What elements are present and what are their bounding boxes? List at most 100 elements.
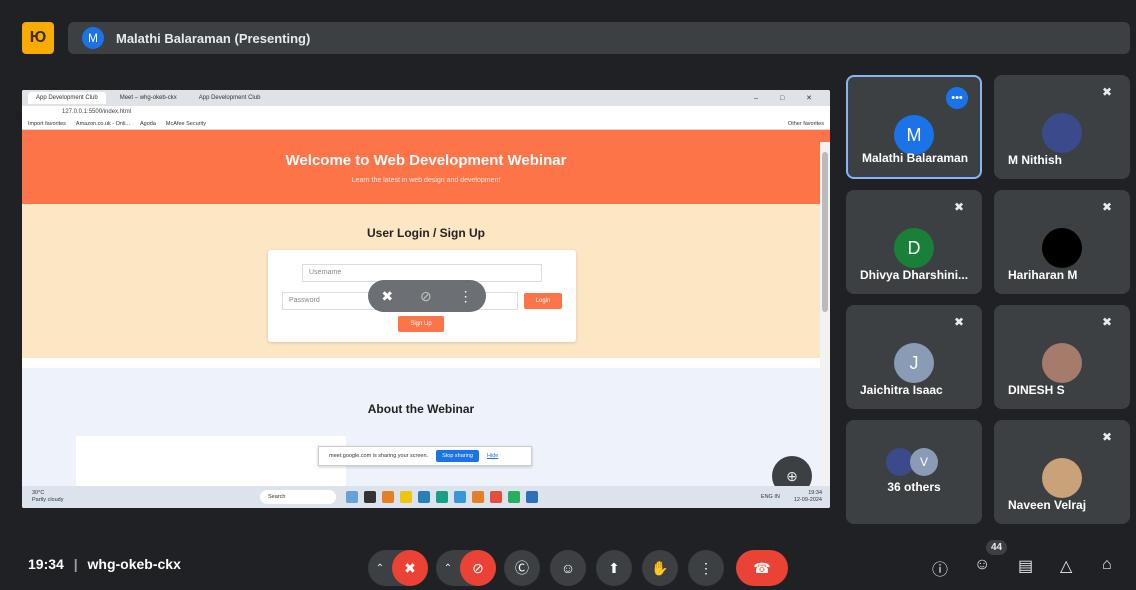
participant-name: Hariharan M — [1008, 268, 1078, 282]
participant-tile[interactable]: ✖ Hariharan M — [994, 190, 1130, 294]
browser-tab[interactable]: App Development Club — [28, 92, 106, 104]
taskbar-app-icon[interactable] — [400, 491, 412, 503]
others-tile[interactable]: V 36 others — [846, 420, 982, 524]
about-image — [76, 436, 346, 486]
login-button[interactable]: Login — [524, 293, 562, 309]
tile-overlay-controls: ✖ ⊘ ⋮ — [368, 280, 486, 312]
zoom-icon: ⊕ — [786, 467, 798, 484]
participant-name: Jaichitra Isaac — [860, 383, 943, 397]
meeting-code: whg-okeb-ckx — [87, 556, 181, 572]
taskbar-app-icon[interactable] — [454, 491, 466, 503]
more-options-button[interactable]: ⋮ — [688, 550, 724, 586]
browser-tab[interactable]: App Development Club — [191, 92, 269, 104]
favorites-bar: Import favorites Amazon.co.uk - Onli... … — [22, 118, 830, 130]
mic-off-icon: ✖ — [1102, 315, 1113, 329]
address-bar[interactable]: 127.0.0.1:5500/index.html — [22, 106, 830, 118]
favorite-item[interactable]: Import favorites — [28, 121, 66, 127]
taskbar-app-icon[interactable] — [382, 491, 394, 503]
stop-sharing-button[interactable]: Stop sharing — [436, 450, 479, 462]
participant-tile[interactable]: ✖ D Dhivya Dharshini... — [846, 190, 982, 294]
favorite-item[interactable]: Amazon.co.uk - Onli... — [76, 121, 130, 127]
chat-icon[interactable]: ▤ — [1018, 556, 1033, 576]
taskbar-app-icon[interactable] — [472, 491, 484, 503]
info-icon[interactable]: ⓘ — [932, 556, 948, 580]
weather-widget[interactable]: 30°C Partly cloudy — [32, 490, 92, 504]
others-count: 36 others — [887, 480, 941, 494]
other-favorites[interactable]: Other favorites — [788, 121, 824, 127]
participant-tile[interactable]: ✖ DINESH S — [994, 305, 1130, 409]
meet-logo: Ю — [22, 22, 54, 54]
mute-icon[interactable]: ⊘ — [420, 288, 432, 305]
weather-desc: Partly cloudy — [32, 497, 64, 503]
clock[interactable]: 19:34 12-09-2024 — [794, 490, 822, 504]
mic-off-icon[interactable]: ✖ — [392, 550, 428, 586]
avatar — [1042, 113, 1082, 153]
people-count-badge: 44 — [986, 540, 1008, 555]
avatar — [1042, 458, 1082, 498]
about-title: About the Webinar — [367, 402, 475, 416]
camera-off-icon[interactable]: ⊘ — [460, 550, 496, 586]
mic-options-chevron-icon[interactable]: ⌃ — [368, 563, 392, 574]
captions-button[interactable]: Ⓒ — [504, 550, 540, 586]
avatar — [1042, 228, 1082, 268]
avatar — [1042, 343, 1082, 383]
presenter-avatar: M — [82, 27, 104, 49]
emoji-button[interactable]: ☺ — [550, 550, 586, 586]
present-icon: ⬆ — [608, 559, 620, 576]
taskbar-app-icon[interactable] — [346, 491, 358, 503]
taskbar-app-icon[interactable] — [490, 491, 502, 503]
favorite-item[interactable]: McAfee Security — [166, 121, 206, 127]
hide-button[interactable]: Hide — [487, 453, 498, 459]
participant-name: Malathi Balaraman — [862, 151, 969, 165]
participant-tile[interactable]: ✖ J Jaichitra Isaac — [846, 305, 982, 409]
taskbar-app-icon[interactable] — [418, 491, 430, 503]
camera-options-chevron-icon[interactable]: ⌃ — [436, 563, 460, 574]
signup-button[interactable]: Sign Up — [398, 316, 444, 332]
people-icon[interactable]: ☺ — [974, 556, 990, 574]
system-tray[interactable]: ENG IN — [761, 494, 780, 501]
favorite-item[interactable]: Agoda — [140, 121, 156, 127]
screen-share-notice: meet.google.com is sharing your screen. … — [318, 446, 532, 466]
divider: | — [73, 556, 78, 572]
more-options-icon[interactable]: ⋮ — [459, 288, 473, 305]
participant-name: M Nithish — [1008, 153, 1062, 167]
browser-tab-strip: App Development Club Meet – whg-okeb-ckx… — [22, 90, 830, 106]
taskbar-app-icon[interactable] — [508, 491, 520, 503]
participant-tile[interactable]: ••• M Malathi Balaraman — [846, 75, 982, 179]
activities-icon[interactable]: △ — [1060, 556, 1072, 576]
mic-control: ⌃ ✖ — [368, 550, 428, 586]
end-call-button[interactable]: ☎ — [736, 550, 788, 586]
page-scrollbar[interactable] — [820, 142, 830, 486]
presenter-label: Malathi Balaraman (Presenting) — [116, 30, 311, 46]
hero-banner: Welcome to Web Development Webinar Learn… — [22, 130, 830, 204]
host-controls-icon[interactable]: ⌂ — [1102, 556, 1112, 574]
present-button[interactable]: ⬆ — [596, 550, 632, 586]
participant-tile[interactable]: ✖ Naveen Velraj — [994, 420, 1130, 524]
time-and-code: 19:34 | whg-okeb-ckx — [28, 556, 181, 572]
url-text: 127.0.0.1:5500/index.html — [62, 109, 132, 115]
window-controls[interactable]: – □ ✕ — [754, 94, 822, 102]
about-section: About the Webinar — [22, 368, 820, 486]
language-indicator: ENG IN — [760, 493, 780, 500]
avatar: M — [894, 115, 934, 155]
taskbar-search-label: Search — [268, 494, 286, 500]
pin-off-icon[interactable]: ✖ — [381, 288, 393, 305]
taskbar-app-icon[interactable] — [436, 491, 448, 503]
windows-taskbar: 30°C Partly cloudy Search ENG IN 19:34 1… — [22, 486, 830, 508]
end-call-icon: ☎ — [753, 559, 771, 576]
mic-off-icon: ✖ — [1102, 200, 1113, 214]
taskbar-app-icon[interactable] — [526, 491, 538, 503]
share-notice-text: meet.google.com is sharing your screen. — [329, 453, 429, 459]
hero-title: Welcome to Web Development Webinar — [285, 152, 567, 169]
taskbar-date: 12-09-2024 — [793, 497, 822, 503]
participant-name: Dhivya Dharshini... — [860, 268, 969, 282]
raise-hand-button[interactable]: ✋ — [642, 550, 678, 586]
mic-off-icon: ✖ — [1102, 430, 1113, 444]
login-title: User Login / Sign Up — [366, 226, 485, 240]
taskbar-search[interactable]: Search — [260, 490, 336, 504]
more-options-icon[interactable]: ••• — [946, 87, 968, 109]
taskbar-app-icon[interactable] — [364, 491, 376, 503]
participant-tile[interactable]: ✖ M Nithish — [994, 75, 1130, 179]
scroll-thumb[interactable] — [822, 152, 828, 312]
browser-tab[interactable]: Meet – whg-okeb-ckx — [112, 92, 185, 104]
